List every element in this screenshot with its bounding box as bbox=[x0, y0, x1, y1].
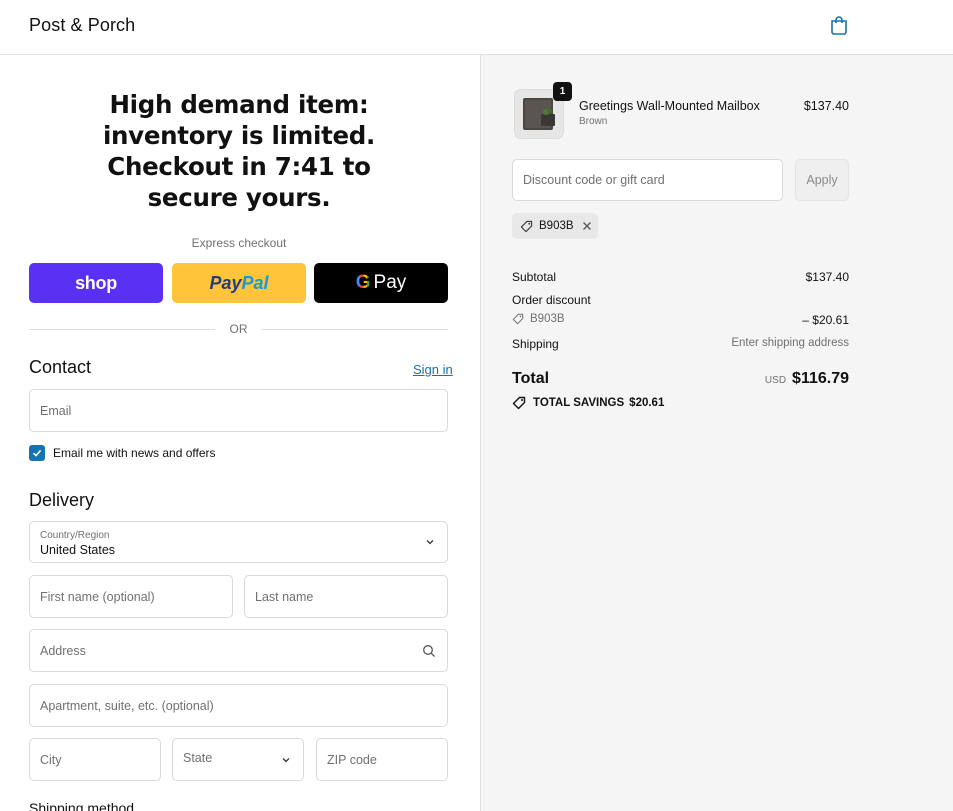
tag-icon bbox=[520, 220, 533, 232]
city-field[interactable]: City bbox=[29, 738, 161, 781]
paypal-label-part1: Pay bbox=[209, 272, 242, 293]
discount-code-field[interactable]: Discount code or gift card bbox=[512, 159, 783, 201]
apply-discount-button[interactable]: Apply bbox=[795, 159, 849, 201]
discount-code-row: B903B bbox=[512, 313, 565, 325]
google-g-icon: G bbox=[355, 272, 371, 293]
shipping-method-title: Shipping method bbox=[29, 800, 135, 811]
total-label: Total bbox=[512, 370, 550, 387]
total-value-row: USD $116.79 bbox=[700, 370, 849, 388]
country-value: United States bbox=[40, 543, 116, 557]
quantity-badge: 1 bbox=[553, 82, 572, 101]
apartment-placeholder: Apartment, suite, etc. (optional) bbox=[40, 698, 214, 713]
chevron-down-icon bbox=[282, 757, 290, 762]
discount-value: – $20.61 bbox=[802, 313, 849, 327]
last-name-field[interactable]: Last name bbox=[244, 575, 448, 618]
chevron-down-icon bbox=[426, 540, 434, 545]
address-placeholder: Address bbox=[40, 643, 86, 658]
savings-tag-icon bbox=[512, 396, 526, 410]
newsletter-label: Email me with news and offers bbox=[53, 446, 216, 460]
country-label: Country/Region bbox=[40, 530, 110, 541]
shipping-label: Shipping bbox=[512, 337, 559, 351]
address-field[interactable]: Address bbox=[29, 629, 448, 672]
savings-label: TOTAL SAVINGS bbox=[533, 397, 625, 409]
apartment-field[interactable]: Apartment, suite, etc. (optional) bbox=[29, 684, 448, 727]
applied-discount-chip: B903B bbox=[512, 213, 598, 239]
state-placeholder: State bbox=[183, 750, 213, 765]
google-pay-label: Pay bbox=[373, 272, 407, 293]
brand-logo[interactable]: Post & Porch bbox=[29, 15, 135, 36]
checkmark-icon bbox=[32, 449, 42, 457]
sign-in-link[interactable]: Sign in bbox=[413, 362, 453, 377]
total-savings: TOTAL SAVINGS $20.61 bbox=[512, 396, 664, 410]
google-pay-button[interactable]: G Pay bbox=[314, 263, 448, 303]
search-icon bbox=[423, 644, 435, 657]
state-select[interactable]: State bbox=[172, 738, 304, 781]
country-select[interactable]: Country/Region United States bbox=[29, 521, 448, 563]
product-price: $137.40 bbox=[803, 99, 849, 113]
shopping-bag-icon[interactable] bbox=[829, 14, 849, 36]
first-name-placeholder: First name (optional) bbox=[40, 589, 155, 604]
subtotal-value: $137.40 bbox=[805, 270, 849, 284]
order-discount-label: Order discount bbox=[512, 293, 591, 307]
city-placeholder: City bbox=[40, 752, 62, 767]
newsletter-checkbox[interactable] bbox=[29, 445, 45, 461]
savings-value: $20.61 bbox=[629, 397, 665, 409]
total-value: $116.79 bbox=[792, 370, 849, 387]
paypal-button[interactable]: Pay Pal bbox=[172, 263, 306, 303]
currency-code: USD bbox=[764, 375, 787, 386]
shop-pay-label: shop bbox=[75, 272, 117, 293]
email-placeholder: Email bbox=[40, 403, 72, 418]
or-divider: OR bbox=[29, 320, 448, 338]
newsletter-checkbox-row[interactable]: Email me with news and offers bbox=[29, 445, 216, 461]
contact-title: Contact bbox=[29, 357, 92, 377]
divider-line-right bbox=[262, 329, 448, 330]
shipping-value: Enter shipping address bbox=[731, 337, 849, 349]
paypal-label-part2: Pal bbox=[241, 272, 269, 293]
first-name-field[interactable]: First name (optional) bbox=[29, 575, 233, 618]
express-checkout-label: Express checkout bbox=[191, 236, 287, 250]
tag-icon bbox=[512, 313, 524, 325]
urgency-banner: High demand item: inventory is limited. … bbox=[102, 90, 376, 212]
zip-field[interactable]: ZIP code bbox=[316, 738, 448, 781]
applied-code: B903B bbox=[539, 220, 574, 232]
zip-placeholder: ZIP code bbox=[327, 752, 377, 767]
header: Post & Porch bbox=[0, 0, 953, 55]
product-variant: Brown bbox=[579, 116, 608, 127]
last-name-placeholder: Last name bbox=[255, 589, 314, 604]
close-icon[interactable] bbox=[582, 221, 592, 231]
email-field[interactable]: Email bbox=[29, 389, 448, 432]
discount-placeholder: Discount code or gift card bbox=[523, 173, 665, 187]
delivery-title: Delivery bbox=[29, 490, 95, 510]
discount-code: B903B bbox=[530, 313, 565, 325]
shop-pay-button[interactable]: shop bbox=[29, 263, 163, 303]
subtotal-label: Subtotal bbox=[512, 270, 557, 284]
product-name: Greetings Wall-Mounted Mailbox bbox=[579, 99, 760, 113]
